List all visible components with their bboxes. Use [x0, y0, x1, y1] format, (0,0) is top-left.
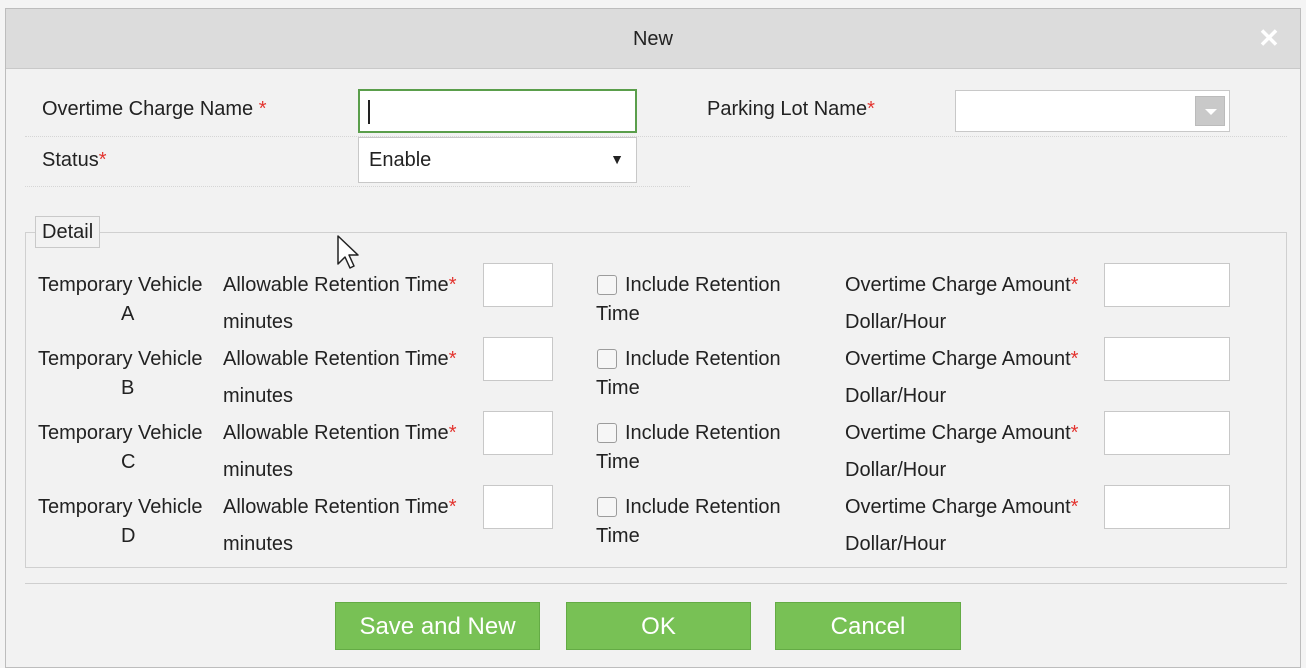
retention-time-label: Allowable Retention Time* — [223, 422, 457, 444]
retention-time-label: Allowable Retention Time* — [223, 348, 457, 370]
dropdown-arrow-icon: ▼ — [610, 151, 624, 167]
vehicle-type-letter: D — [121, 525, 136, 547]
include-retention-label-cont: Time — [596, 303, 640, 325]
vehicle-type-name: Temporary Vehicle — [38, 348, 203, 370]
retention-time-input[interactable] — [483, 337, 553, 381]
overtime-amount-label: Overtime Charge Amount* — [845, 274, 1079, 296]
retention-time-input[interactable] — [483, 411, 553, 455]
include-retention-checkbox[interactable] — [597, 275, 617, 295]
include-retention-label-cont: Time — [596, 525, 640, 547]
retention-time-input[interactable] — [483, 485, 553, 529]
retention-time-label: Allowable Retention Time* — [223, 274, 457, 296]
overtime-amount-input[interactable] — [1104, 263, 1230, 307]
vehicle-type-name: Temporary Vehicle — [38, 422, 203, 444]
dialog-titlebar[interactable]: New ✕ — [6, 9, 1300, 69]
include-retention-checkbox[interactable] — [597, 349, 617, 369]
chevron-down-icon[interactable] — [1195, 96, 1225, 126]
retention-unit-label: minutes — [223, 533, 294, 555]
amount-unit-label: Dollar/Hour — [845, 459, 947, 481]
include-retention-label-cont: Time — [596, 451, 640, 473]
save-and-new-button[interactable]: Save and New — [335, 602, 540, 650]
text-caret — [368, 100, 370, 124]
overtime-amount-input[interactable] — [1104, 411, 1230, 455]
vehicle-type-letter: C — [121, 451, 136, 473]
include-retention-label: Include Retention — [625, 496, 781, 518]
close-icon[interactable]: ✕ — [1254, 23, 1284, 53]
row-divider — [25, 186, 690, 187]
retention-unit-label: minutes — [223, 459, 294, 481]
overtime-amount-label: Overtime Charge Amount* — [845, 496, 1079, 518]
mouse-pointer-icon — [337, 235, 359, 269]
retention-time-label: Allowable Retention Time* — [223, 496, 457, 518]
include-retention-label: Include Retention — [625, 348, 781, 370]
vehicle-type-letter: B — [121, 377, 135, 399]
retention-unit-label: minutes — [223, 385, 294, 407]
overtime-amount-label: Overtime Charge Amount* — [845, 422, 1079, 444]
overtime-charge-name-input[interactable] — [358, 89, 637, 133]
status-select[interactable]: Enable ▼ — [358, 137, 637, 183]
vehicle-type-name: Temporary Vehicle — [38, 274, 203, 296]
include-retention-checkbox[interactable] — [597, 497, 617, 517]
detail-legend: Detail — [35, 216, 101, 248]
vehicle-type-letter: A — [121, 303, 135, 325]
overtime-amount-input[interactable] — [1104, 485, 1230, 529]
dialog-title: New — [632, 28, 673, 50]
overtime-amount-input[interactable] — [1104, 337, 1230, 381]
status-label: Status* — [42, 149, 107, 171]
cancel-button[interactable]: Cancel — [775, 602, 961, 650]
footer-separator — [25, 583, 1287, 584]
status-select-value: Enable — [369, 149, 432, 171]
include-retention-label: Include Retention — [625, 422, 781, 444]
include-retention-checkbox[interactable] — [597, 423, 617, 443]
amount-unit-label: Dollar/Hour — [845, 385, 947, 407]
vehicle-type-name: Temporary Vehicle — [38, 496, 203, 518]
overtime-charge-name-label: Overtime Charge Name * — [42, 98, 267, 120]
retention-time-input[interactable] — [483, 263, 553, 307]
include-retention-label: Include Retention — [625, 274, 781, 296]
overtime-amount-label: Overtime Charge Amount* — [845, 348, 1079, 370]
parking-lot-name-combo[interactable] — [955, 90, 1230, 132]
parking-lot-name-label: Parking Lot Name* — [707, 98, 875, 120]
row-divider — [25, 136, 1287, 137]
retention-unit-label: minutes — [223, 311, 294, 333]
include-retention-label-cont: Time — [596, 377, 640, 399]
ok-button[interactable]: OK — [566, 602, 751, 650]
amount-unit-label: Dollar/Hour — [845, 533, 947, 555]
amount-unit-label: Dollar/Hour — [845, 311, 947, 333]
